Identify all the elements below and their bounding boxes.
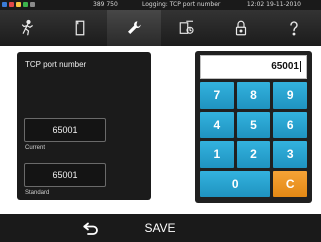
bottom-bar: SAVE — [0, 214, 321, 242]
return-arrow-icon — [83, 222, 98, 235]
save-button[interactable]: SAVE — [130, 216, 190, 240]
status-bar: 389 750 Logging: TCP port number 12:02 1… — [0, 0, 321, 10]
logging-status: Logging: TCP port number — [142, 1, 221, 8]
key-3[interactable]: 3 — [273, 141, 307, 168]
text-cursor — [300, 60, 301, 72]
numeric-keypad: 65001 7 8 9 4 5 6 1 2 3 0 C — [195, 51, 312, 203]
status-indicators — [2, 2, 35, 7]
toolbar — [0, 10, 321, 46]
status-indicator-icon — [23, 2, 28, 7]
key-2[interactable]: 2 — [236, 141, 271, 168]
tool-lock[interactable] — [214, 10, 268, 46]
tool-help[interactable] — [268, 10, 321, 46]
standard-value-field[interactable]: 65001 — [24, 163, 106, 187]
key-9[interactable]: 9 — [273, 82, 307, 109]
tool-rotation[interactable] — [161, 10, 215, 46]
status-indicator-icon — [30, 2, 35, 7]
clear-button[interactable]: C — [273, 170, 307, 197]
key-5[interactable]: 5 — [236, 111, 271, 138]
key-6[interactable]: 6 — [273, 111, 307, 138]
tool-documents[interactable] — [54, 10, 108, 46]
cycle-counter: 389 750 — [93, 1, 118, 8]
clock: 12:02 19-11-2010 — [246, 1, 301, 8]
tool-program[interactable] — [0, 10, 54, 46]
status-indicator-icon — [16, 2, 21, 7]
lock-icon — [235, 20, 246, 36]
rotate-document-icon — [179, 20, 194, 34]
parameter-panel: TCP port number 65001 Current 65001 Stan… — [17, 52, 151, 200]
key-8[interactable]: 8 — [236, 82, 271, 109]
key-0[interactable]: 0 — [200, 170, 271, 197]
keypad-keys: 7 8 9 4 5 6 1 2 3 0 C — [200, 82, 307, 197]
wrench-icon — [127, 21, 141, 34]
question-mark-icon — [290, 21, 298, 36]
current-value-label: Current — [25, 145, 46, 151]
back-button[interactable] — [66, 216, 116, 240]
tool-settings[interactable] — [107, 10, 161, 46]
keypad-display-value: 65001 — [271, 61, 299, 72]
main-area: TCP port number 65001 Current 65001 Stan… — [0, 46, 321, 214]
key-7[interactable]: 7 — [200, 82, 234, 109]
current-value-field: 65001 — [24, 118, 106, 142]
running-man-icon — [21, 19, 33, 36]
key-4[interactable]: 4 — [200, 111, 234, 138]
document-icon — [75, 20, 85, 36]
status-indicator-icon — [9, 2, 14, 7]
parameter-title: TCP port number — [25, 60, 87, 69]
standard-value-label: Standard — [25, 190, 50, 196]
key-1[interactable]: 1 — [200, 141, 234, 168]
keypad-display[interactable]: 65001 — [200, 55, 307, 79]
status-indicator-icon — [2, 2, 7, 7]
